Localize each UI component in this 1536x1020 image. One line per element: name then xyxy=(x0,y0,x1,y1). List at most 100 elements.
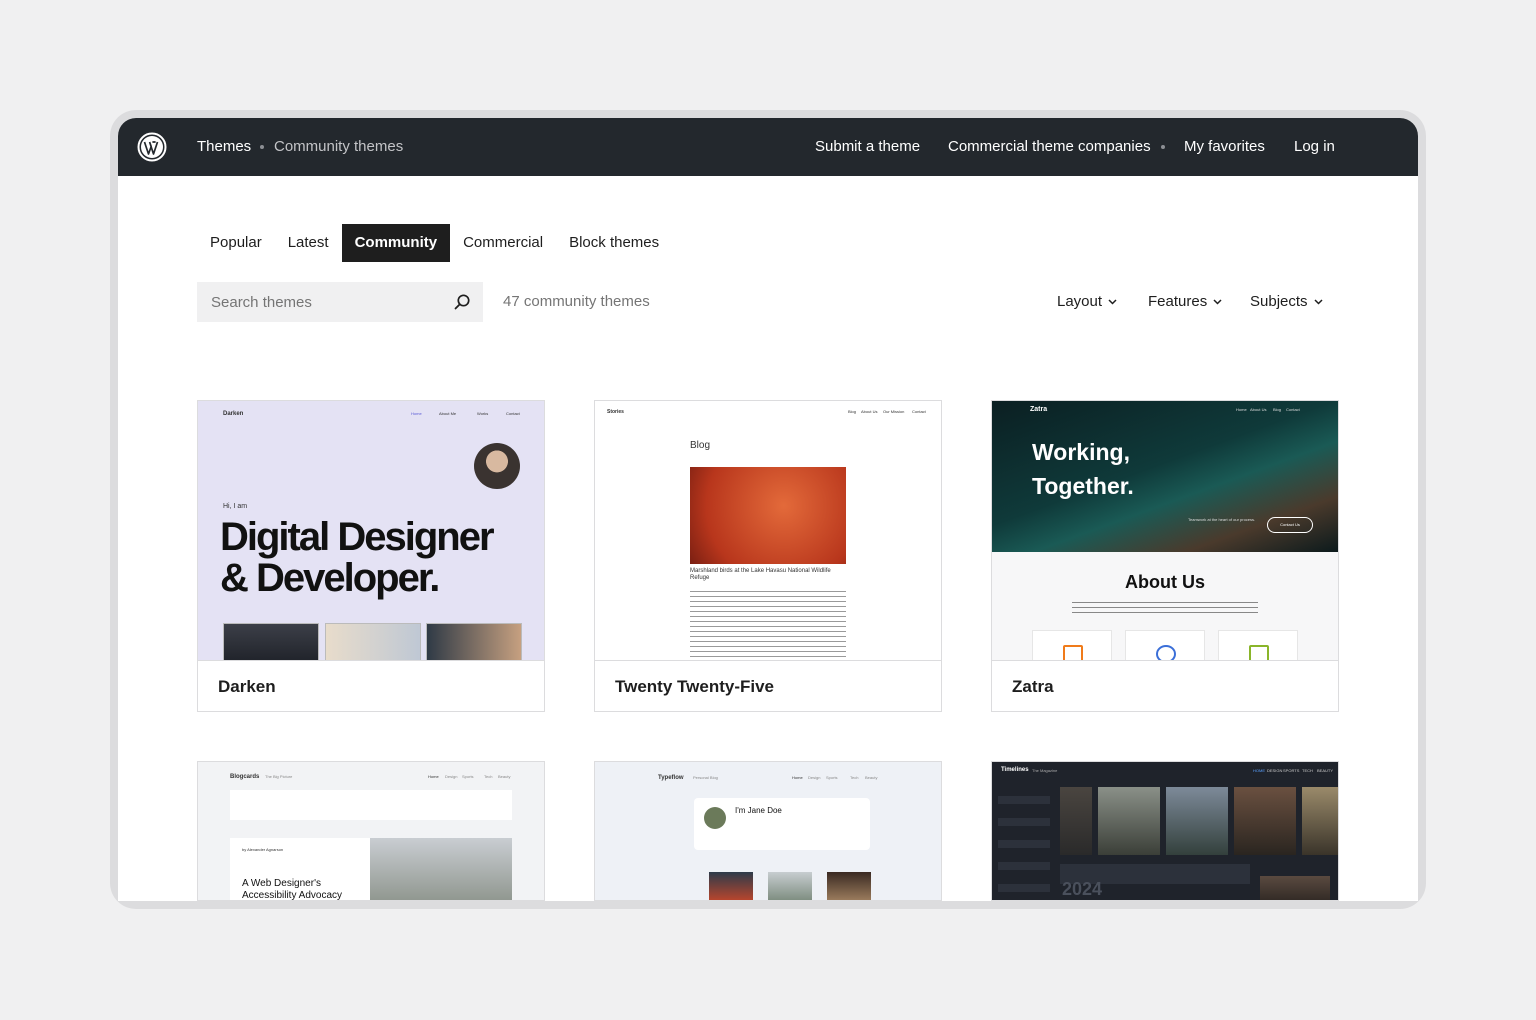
preview-hero-title: Working, xyxy=(1032,439,1130,465)
preview-site-title: Stories xyxy=(607,409,624,415)
preview-headline: Digital Designer xyxy=(220,515,495,559)
preview-profile-card: I'm Jane Doe xyxy=(694,798,870,850)
breadcrumb-themes[interactable]: Themes xyxy=(197,118,251,176)
nav-my-favorites[interactable]: My favorites xyxy=(1184,118,1265,176)
preview-feature-card xyxy=(1218,630,1298,660)
breadcrumb-community-themes[interactable]: Community themes xyxy=(274,118,403,176)
preview-nav-item: Our Mission xyxy=(883,409,905,414)
theme-screenshot[interactable]: Timelines The Magazine HOME DESIGN SPORT… xyxy=(992,762,1338,900)
preview-nav-item: Design xyxy=(445,774,458,779)
nav-log-in[interactable]: Log in xyxy=(1294,118,1335,176)
preview-nav-item: Sports xyxy=(826,775,838,780)
preview-avatar xyxy=(474,443,520,489)
theme-name[interactable]: Zatra xyxy=(992,660,1338,711)
preview-image xyxy=(426,623,522,660)
preview-image xyxy=(709,872,753,900)
preview-image xyxy=(325,623,421,660)
preview-section-text xyxy=(1072,600,1258,616)
preview-nav-item: About Me xyxy=(439,411,457,416)
tab-popular[interactable]: Popular xyxy=(197,224,275,262)
preview-headline: Accessibility Advocacy xyxy=(242,890,343,901)
preview-headline: A Web Designer's xyxy=(242,878,321,889)
search-input[interactable] xyxy=(197,282,447,322)
preview-site-title: Darken xyxy=(223,411,244,417)
filter-subjects-label: Subjects xyxy=(1250,293,1308,310)
search-icon[interactable] xyxy=(453,293,471,311)
browser-viewport: Themes Community themes Submit a theme C… xyxy=(118,118,1418,901)
preview-nav-item: Tech xyxy=(484,774,493,779)
tab-block-themes[interactable]: Block themes xyxy=(556,224,672,262)
preview-hero: Zatra Home About Us Blog Contact Working… xyxy=(992,401,1338,552)
preview-image xyxy=(827,872,871,900)
theme-card-blogcards[interactable]: Blogcards The Big Picture Home Design Sp… xyxy=(197,761,545,901)
filter-layout-label: Layout xyxy=(1057,293,1103,310)
preview-hero-button: Contact Us xyxy=(1267,517,1313,533)
preview-image xyxy=(768,872,812,900)
tab-commercial[interactable]: Commercial xyxy=(450,224,556,262)
preview-nav-item: Blog xyxy=(848,409,857,414)
preview-post-tile xyxy=(1098,787,1160,855)
theme-card-typeflow[interactable]: Typeflow Personal Blog Home Design Sport… xyxy=(594,761,942,901)
nav-commercial-theme-companies[interactable]: Commercial theme companies xyxy=(948,118,1151,176)
preview-year: 2024 xyxy=(1062,879,1103,899)
theme-name[interactable]: Twenty Twenty-Five xyxy=(595,660,941,711)
preview-headline: & Developer. xyxy=(220,556,440,600)
chevron-down-icon xyxy=(1213,299,1222,305)
preview-nav-item: About Us xyxy=(1250,407,1267,412)
preview-nav-item: Sports xyxy=(462,774,474,779)
preview-heading: Blog xyxy=(690,440,711,451)
theme-screenshot[interactable]: Typeflow Personal Blog Home Design Sport… xyxy=(595,762,941,900)
preview-nav-item: DESIGN xyxy=(1267,768,1283,773)
preview-site-title: Typeflow xyxy=(658,775,684,781)
theme-screenshot[interactable]: Zatra Home About Us Blog Contact Working… xyxy=(992,401,1338,660)
preview-image xyxy=(223,623,319,660)
preview-post-tile xyxy=(1166,787,1228,855)
preview-hero-image xyxy=(690,467,846,564)
preview-feature-card xyxy=(1125,630,1205,660)
tab-community[interactable]: Community xyxy=(341,224,451,262)
preview-site-title: Timelines xyxy=(1001,767,1029,773)
preview-sidebar xyxy=(998,782,1050,900)
preview-tagline: Personal Blog xyxy=(693,775,718,780)
preview-site-title: Blogcards xyxy=(230,774,260,780)
preview-caption: Marshland birds at the Lake Havasu Natio… xyxy=(690,568,831,581)
preview-nav-item: Contact xyxy=(506,411,520,416)
theme-screenshot[interactable]: Blogcards The Big Picture Home Design Sp… xyxy=(198,762,544,901)
top-navigation-bar: Themes Community themes Submit a theme C… xyxy=(118,118,1418,176)
preview-post-tile xyxy=(1302,787,1338,855)
preview-nav-item: HOME xyxy=(1253,768,1265,773)
theme-card-zatra[interactable]: Zatra Home About Us Blog Contact Working… xyxy=(991,400,1339,712)
preview-nav-item: Beauty xyxy=(865,775,878,780)
filter-features[interactable]: Features xyxy=(1148,282,1222,322)
tab-latest[interactable]: Latest xyxy=(275,224,342,262)
breadcrumb-separator xyxy=(260,145,264,149)
preview-site-title: Zatra xyxy=(1030,406,1048,413)
preview-post-strip xyxy=(230,790,512,820)
preview-side-image xyxy=(1260,876,1330,900)
theme-name[interactable]: Darken xyxy=(198,660,544,711)
nav-separator xyxy=(1161,145,1165,149)
preview-nav-item: Tech xyxy=(850,775,859,780)
wordpress-logo-icon[interactable] xyxy=(137,132,167,162)
filter-subjects[interactable]: Subjects xyxy=(1250,282,1323,322)
preview-nav-item: Contact xyxy=(912,409,926,414)
theme-card-darken[interactable]: Darken Home About Me Works Contact Hi, I… xyxy=(197,400,545,712)
preview-kicker: Hi, I am xyxy=(223,503,248,510)
theme-screenshot[interactable]: Darken Home About Me Works Contact Hi, I… xyxy=(198,401,544,660)
preview-hero-title: Together. xyxy=(1032,473,1134,499)
preview-nav-item: Home xyxy=(792,775,803,780)
result-count: 47 community themes xyxy=(503,293,650,310)
filter-features-label: Features xyxy=(1148,293,1208,310)
preview-hero-text: Teamwork at the heart of our process. xyxy=(1188,517,1256,522)
theme-screenshot[interactable]: Stories Blog About Us Our Mission Contac… xyxy=(595,401,941,660)
theme-card-twenty-twenty-five[interactable]: Stories Blog About Us Our Mission Contac… xyxy=(594,400,942,712)
preview-tagline: The Magazine xyxy=(1032,768,1058,773)
preview-nav-item: Design xyxy=(808,775,821,780)
chevron-down-icon xyxy=(1314,299,1323,305)
preview-nav-item: Home xyxy=(428,774,439,779)
theme-card-timelines[interactable]: Timelines The Magazine HOME DESIGN SPORT… xyxy=(991,761,1339,901)
preview-nav-item: BEAUTY xyxy=(1317,768,1334,773)
preview-nav-item: Beauty xyxy=(498,774,511,779)
nav-submit-theme[interactable]: Submit a theme xyxy=(815,118,920,176)
filter-layout[interactable]: Layout xyxy=(1057,282,1117,322)
